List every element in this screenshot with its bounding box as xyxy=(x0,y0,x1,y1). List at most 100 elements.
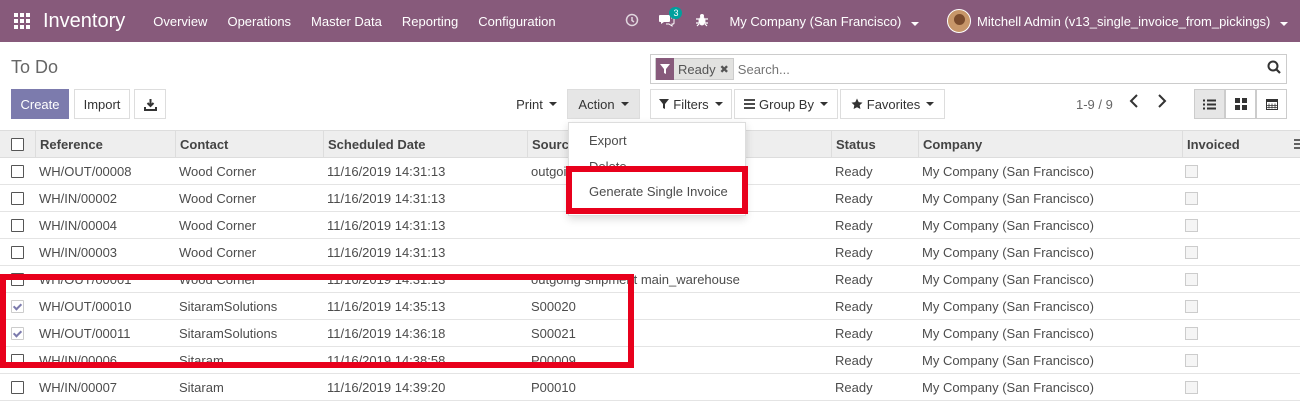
cell-reference: WH/IN/00002 xyxy=(39,191,118,206)
calendar-view-icon[interactable] xyxy=(1256,89,1287,119)
menu-operations[interactable]: Operations xyxy=(227,14,291,29)
cell-source-document: P00010 xyxy=(531,380,576,395)
caret-down-icon xyxy=(620,102,629,106)
favorites-label: Favorites xyxy=(866,96,921,112)
table-row[interactable]: WH/IN/00004 Wood Corner 11/16/2019 14:31:1… xyxy=(0,212,1300,239)
cell-scheduled-date: 11/16/2019 14:31:13 xyxy=(327,191,446,206)
select-all-checkbox[interactable] xyxy=(11,138,24,151)
column-status[interactable]: Status xyxy=(831,131,918,158)
row-checkbox[interactable] xyxy=(11,165,24,178)
next-page-icon[interactable] xyxy=(1157,94,1167,113)
cell-reference: WH/IN/00007 xyxy=(39,380,118,395)
list-icon xyxy=(744,99,756,109)
caret-down-icon xyxy=(911,21,920,26)
table-row[interactable]: WH/IN/00003 Wood Corner 11/16/2019 14:31:1… xyxy=(0,239,1300,266)
user-menu[interactable]: Mitchell Admin (v13_single_invoice_from_… xyxy=(977,14,1288,29)
print-button[interactable]: Print xyxy=(507,89,566,119)
favorites-button[interactable]: Favorites xyxy=(840,89,945,119)
cell-company: My Company (San Francisco) xyxy=(922,326,1094,341)
create-button[interactable]: Create xyxy=(11,89,69,119)
table-row[interactable]: WH/IN/00007 Sitaram 11/16/2019 14:39:20 P00… xyxy=(0,374,1300,401)
facet-value: Ready xyxy=(678,61,716,77)
filter-icon xyxy=(656,58,674,80)
invoiced-checkbox xyxy=(1185,246,1198,259)
cell-scheduled-date: 11/16/2019 14:39:20 xyxy=(327,380,446,395)
cell-company: My Company (San Francisco) xyxy=(922,164,1094,179)
filters-label: Filters xyxy=(673,96,709,112)
cell-scheduled-date: 11/16/2019 14:31:13 xyxy=(327,218,446,233)
company-switcher[interactable]: My Company (San Francisco) xyxy=(729,14,920,29)
action-label: Action xyxy=(578,96,615,112)
cell-company: My Company (San Francisco) xyxy=(922,218,1094,233)
search-icon[interactable] xyxy=(1262,60,1286,78)
cell-scheduled-date: 11/16/2019 14:31:13 xyxy=(327,164,446,179)
row-checkbox[interactable] xyxy=(11,219,24,232)
caret-down-icon xyxy=(714,102,723,106)
filter-icon xyxy=(659,99,670,109)
column-scheduled-date[interactable]: Scheduled Date xyxy=(323,131,527,158)
column-invoiced[interactable]: Invoiced xyxy=(1182,131,1292,158)
apps-menu-icon[interactable] xyxy=(0,0,43,42)
action-button[interactable]: Action xyxy=(567,89,640,119)
invoiced-checkbox xyxy=(1185,381,1198,394)
import-button[interactable]: Import xyxy=(74,89,130,119)
remove-facet-icon[interactable]: ✖ xyxy=(720,63,733,76)
menu-overview[interactable]: Overview xyxy=(153,14,207,29)
cell-reference: WH/IN/00004 xyxy=(39,218,118,233)
menu-reporting[interactable]: Reporting xyxy=(402,14,458,29)
cell-company: My Company (San Francisco) xyxy=(922,245,1094,260)
cell-company: My Company (San Francisco) xyxy=(922,299,1094,314)
invoiced-checkbox xyxy=(1185,273,1198,286)
chat-badge: 3 xyxy=(669,6,683,19)
activity-clock-icon[interactable] xyxy=(625,13,639,30)
group-by-button[interactable]: Group By xyxy=(734,89,838,119)
caret-down-icon xyxy=(819,102,828,106)
row-checkbox[interactable] xyxy=(11,192,24,205)
cell-reference: WH/OUT/00008 xyxy=(39,164,132,179)
app-title[interactable]: Inventory xyxy=(43,10,125,33)
previous-page-icon[interactable] xyxy=(1129,94,1139,113)
column-contact[interactable]: Contact xyxy=(175,131,323,158)
menu-item-export[interactable]: Export xyxy=(589,133,627,148)
print-label: Print xyxy=(516,96,543,112)
download-button[interactable] xyxy=(134,89,166,119)
column-reference[interactable]: Reference xyxy=(35,131,175,158)
list-view-icon[interactable] xyxy=(1194,89,1225,119)
invoiced-checkbox xyxy=(1185,165,1198,178)
cell-company: My Company (San Francisco) xyxy=(922,353,1094,368)
cell-status: Ready xyxy=(835,299,873,314)
cell-status: Ready xyxy=(835,353,873,368)
row-checkbox[interactable] xyxy=(11,246,24,259)
highlight-box-menu xyxy=(566,166,748,214)
search-input[interactable] xyxy=(737,61,1262,77)
column-company[interactable]: Company xyxy=(918,131,1182,158)
column-options-icon[interactable] xyxy=(1294,138,1300,153)
search-facet[interactable]: Ready ✖ xyxy=(655,58,734,80)
debug-bug-icon[interactable] xyxy=(695,13,709,30)
caret-down-icon xyxy=(926,102,935,106)
invoiced-checkbox xyxy=(1185,192,1198,205)
invoiced-checkbox xyxy=(1185,219,1198,232)
user-name: Mitchell Admin (v13_single_invoice_from_… xyxy=(977,13,1271,29)
cell-contact: Wood Corner xyxy=(179,191,257,206)
menu-master-data[interactable]: Master Data xyxy=(311,14,382,29)
caret-down-icon xyxy=(548,102,557,106)
row-checkbox[interactable] xyxy=(11,381,24,394)
invoiced-checkbox xyxy=(1185,327,1198,340)
cell-contact: Sitaram xyxy=(179,380,224,395)
filters-button[interactable]: Filters xyxy=(650,89,732,119)
cell-contact: Wood Corner xyxy=(179,218,257,233)
kanban-view-icon[interactable] xyxy=(1225,89,1256,119)
chat-icon[interactable]: 3 xyxy=(659,6,683,30)
cell-company: My Company (San Francisco) xyxy=(922,191,1094,206)
cell-status: Ready xyxy=(835,218,873,233)
cell-contact: Wood Corner xyxy=(179,245,257,260)
cell-status: Ready xyxy=(835,164,873,179)
cell-company: My Company (San Francisco) xyxy=(922,272,1094,287)
cell-status: Ready xyxy=(835,245,873,260)
user-avatar[interactable] xyxy=(947,9,972,33)
invoiced-checkbox xyxy=(1185,354,1198,367)
pager-value[interactable]: 1-9 / 9 xyxy=(1076,97,1113,112)
menu-configuration[interactable]: Configuration xyxy=(478,14,555,29)
search-bar[interactable]: Ready ✖ xyxy=(650,54,1287,84)
